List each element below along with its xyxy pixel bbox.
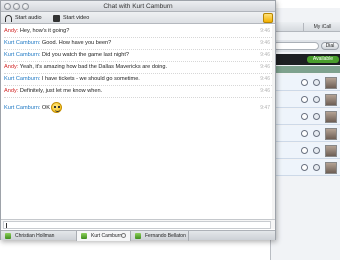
contacts-window: My iCall Dial Available xyxy=(270,8,340,260)
avatar xyxy=(325,145,337,157)
message-sender: Kurt Camburn: xyxy=(4,40,41,46)
tab-my-ical[interactable]: My iCall xyxy=(303,23,340,31)
contact-row[interactable] xyxy=(271,75,340,91)
text-caret xyxy=(6,223,7,228)
headset-icon xyxy=(5,14,12,22)
status-icon xyxy=(81,233,87,239)
chat-window: Chat with Kurt Camburn Start audio Start… xyxy=(0,0,276,241)
message-text: OK xyxy=(40,105,51,111)
start-video-label: Start video xyxy=(63,15,90,21)
status-bar: Available xyxy=(271,54,340,65)
scrollbar[interactable] xyxy=(272,25,275,220)
avatar xyxy=(325,94,337,106)
status-available-badge[interactable]: Available xyxy=(307,56,339,63)
message-input[interactable] xyxy=(3,221,271,229)
avatar xyxy=(325,111,337,123)
message-time: 9:46 xyxy=(260,88,270,94)
tab-kurt-camburn[interactable]: Kurt Camburn xyxy=(77,231,131,241)
headset-icon[interactable] xyxy=(301,164,308,171)
tab-christian-hollman[interactable]: Christian Hollman xyxy=(1,231,77,241)
message-text: Definitely, just let me know when. xyxy=(18,88,103,94)
emoji-icon[interactable] xyxy=(263,13,273,23)
message-sender: Andy: xyxy=(4,28,19,34)
message-sender: Kurt Camburn: xyxy=(4,52,41,58)
message-sender: Kurt Camburn: xyxy=(4,105,41,111)
message-sender: Andy: xyxy=(4,88,19,94)
info-icon[interactable] xyxy=(313,113,320,120)
tab-fernando-bellaton[interactable]: Fernando Bellaton xyxy=(131,231,189,241)
message-text: Did you watch the game last night? xyxy=(40,52,129,58)
message-list: Andy: Hey, how's it going? 9:46 Kurt Camb… xyxy=(1,25,275,220)
message-text: Good. How have you been? xyxy=(40,40,112,46)
message-time: 9:47 xyxy=(260,105,270,111)
dial-input[interactable] xyxy=(273,42,319,50)
tab-label: Kurt Camburn xyxy=(91,233,123,239)
message-text: I have tickets - we should go sometime. xyxy=(40,76,140,82)
info-icon[interactable] xyxy=(313,96,320,103)
dial-bar: Dial xyxy=(271,40,340,52)
headset-icon[interactable] xyxy=(301,113,308,120)
info-icon[interactable] xyxy=(313,164,320,171)
info-icon[interactable] xyxy=(313,130,320,137)
window-title: Chat with Kurt Camburn xyxy=(103,3,173,10)
contact-row[interactable] xyxy=(271,109,340,125)
tab-label: Christian Hollman xyxy=(15,233,55,239)
message-text: Yeah, it's amazing how bad the Dallas Ma… xyxy=(18,64,168,70)
message-time: 9:46 xyxy=(260,64,270,70)
contact-row[interactable] xyxy=(271,92,340,108)
tab-label: Fernando Bellaton xyxy=(145,233,186,239)
start-audio-button[interactable]: Start audio xyxy=(5,14,42,22)
avatar xyxy=(325,77,337,89)
group-header xyxy=(271,66,340,73)
video-camera-icon xyxy=(53,14,60,22)
avatar xyxy=(325,162,337,174)
message-text: Hey, how's it going? xyxy=(18,28,70,34)
headset-icon[interactable] xyxy=(301,79,308,86)
headset-icon[interactable] xyxy=(301,130,308,137)
title-bar: Chat with Kurt Camburn xyxy=(1,1,275,12)
contact-row[interactable] xyxy=(271,126,340,142)
close-icon[interactable] xyxy=(121,233,126,238)
start-video-button[interactable]: Start video xyxy=(53,14,89,22)
smiley-icon xyxy=(51,102,63,113)
contact-row[interactable] xyxy=(271,143,340,159)
start-audio-label: Start audio xyxy=(15,15,42,21)
input-bar xyxy=(1,219,275,229)
message-time: 9:46 xyxy=(260,40,270,46)
headset-icon[interactable] xyxy=(301,147,308,154)
conversation-tabs: Christian Hollman Kurt Camburn Fernando … xyxy=(1,230,275,241)
message-time: 9:46 xyxy=(260,28,270,34)
contacts-tabbar: My iCall xyxy=(271,22,340,32)
info-icon[interactable] xyxy=(313,79,320,86)
status-icon xyxy=(5,233,11,239)
message-sender: Kurt Camburn: xyxy=(4,76,41,82)
toolbar: Start audio Start video xyxy=(1,12,275,24)
message-time: 9:46 xyxy=(260,76,270,82)
contact-row[interactable] xyxy=(271,160,340,176)
avatar xyxy=(325,128,337,140)
info-icon[interactable] xyxy=(313,147,320,154)
dial-button[interactable]: Dial xyxy=(321,42,339,50)
status-icon xyxy=(135,233,141,239)
message-time: 9:46 xyxy=(260,52,270,58)
message-sender: Andy: xyxy=(4,64,19,70)
message-row: Kurt Camburn: OK 9:47 xyxy=(4,98,272,118)
headset-icon[interactable] xyxy=(301,96,308,103)
